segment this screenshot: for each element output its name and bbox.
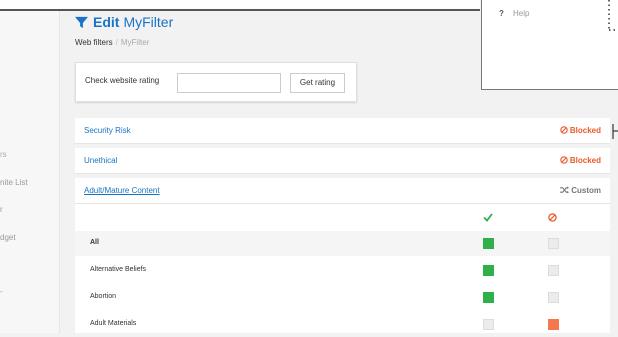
block-toggle[interactable] [548, 292, 559, 303]
website-rating-input[interactable] [177, 73, 281, 93]
block-toggle[interactable] [548, 319, 559, 330]
category-section-unethical[interactable]: Unethical Blocked [75, 148, 610, 174]
allow-toggle[interactable] [483, 292, 494, 303]
category-section-adult-mature-content[interactable]: Adult/Mature Content Custom [75, 178, 610, 204]
sidebar-item-web-filters[interactable]: rs [0, 150, 7, 159]
filter-name: MyFilter [123, 14, 174, 30]
blocked-icon [559, 126, 568, 134]
section-name[interactable]: Security Risk [84, 126, 131, 135]
allow-toggle[interactable] [483, 319, 494, 330]
sidebar-item-budget[interactable]: dget [0, 233, 16, 242]
top-bar [0, 0, 480, 11]
category-row: Abortion [75, 285, 610, 310]
filter-icon [75, 16, 88, 28]
category-name: Alternative Beliefs [90, 266, 147, 273]
block-toggle[interactable] [548, 265, 559, 276]
block-toggle[interactable] [548, 238, 559, 249]
section-name[interactable]: Adult/Mature Content [84, 186, 160, 195]
section-status-blocked: Blocked [559, 126, 601, 135]
title-prefix: Edit [93, 14, 120, 30]
sidebar-item[interactable]: r [0, 205, 3, 214]
category-section-security-risk[interactable]: Security Risk Blocked [75, 118, 610, 144]
sidebar: d rs nite List r dget - [0, 0, 60, 333]
sidebar-item[interactable]: - [0, 287, 3, 296]
page-title: Edit MyFilter [75, 14, 173, 30]
website-rating-card: Check website rating Get rating [75, 62, 357, 102]
help-popup: ? Help [481, 0, 618, 90]
breadcrumb: Web filters / MyFilter [75, 38, 173, 47]
status-label: Blocked [569, 156, 601, 165]
category-name: Abortion [90, 293, 117, 300]
allow-toggle[interactable] [483, 265, 494, 276]
sidebar-item-white-list[interactable]: nite List [0, 178, 28, 187]
page-header: Edit MyFilter Web filters / MyFilter [75, 14, 173, 47]
blocked-icon [548, 213, 557, 222]
category-row: Alternative Beliefs [75, 258, 610, 283]
shuffle-icon [560, 186, 569, 194]
section-name[interactable]: Unethical [84, 156, 117, 165]
section-status-blocked: Blocked [559, 156, 601, 165]
category-detail-panel: All Alternative Beliefs Abortion Adult M… [75, 204, 610, 333]
status-label: Blocked [569, 126, 601, 135]
dotted-border-decoration [608, 0, 618, 31]
breadcrumb-web-filters[interactable]: Web filters [75, 38, 113, 47]
category-row: Adult Materials [75, 312, 610, 337]
breadcrumb-separator: / [115, 38, 118, 47]
category-name: All [90, 239, 99, 246]
status-label: Custom [571, 186, 601, 195]
get-rating-button[interactable]: Get rating [290, 73, 345, 93]
category-row: All [75, 231, 610, 256]
help-icon: ? [499, 9, 504, 18]
check-icon [483, 213, 493, 222]
pointer-line-decoration [612, 124, 618, 139]
blocked-icon [559, 156, 568, 164]
section-status-custom: Custom [560, 186, 601, 195]
allow-toggle[interactable] [483, 238, 494, 249]
category-name: Adult Materials [90, 320, 137, 327]
help-link[interactable]: Help [513, 9, 529, 18]
breadcrumb-current: MyFilter [120, 38, 150, 47]
website-rating-label: Check website rating [85, 76, 160, 85]
